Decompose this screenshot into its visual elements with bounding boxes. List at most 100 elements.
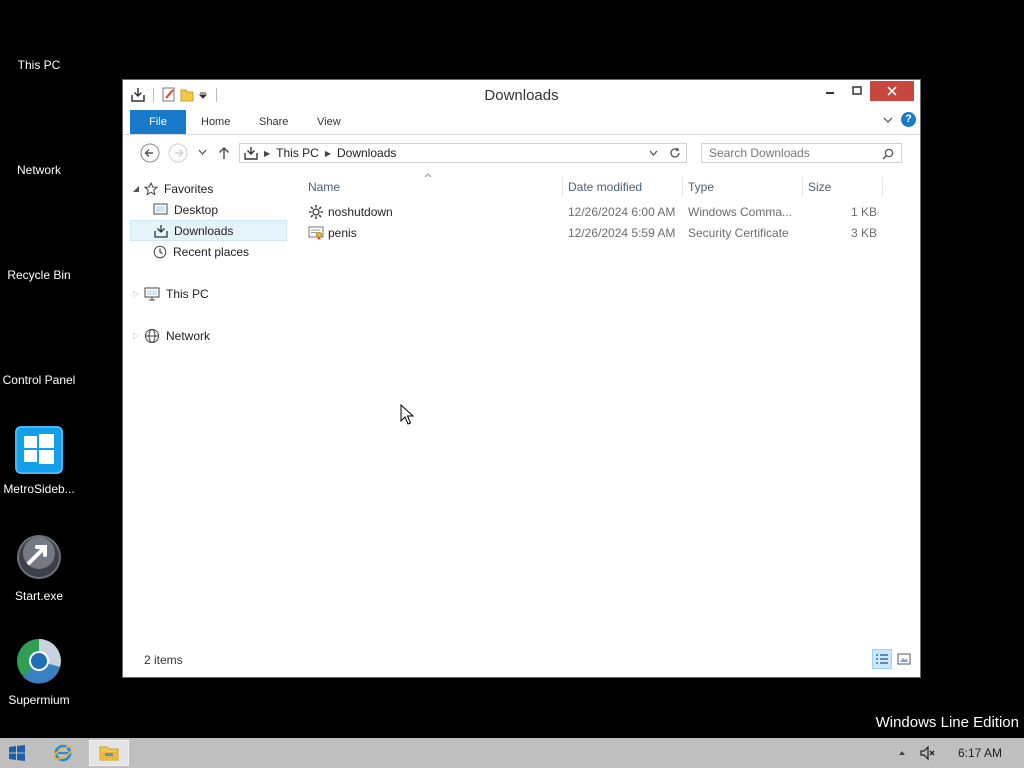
large-icons-view-button[interactable]: [894, 649, 914, 669]
taskbar-internet-explorer[interactable]: [43, 740, 83, 766]
window-title: Downloads: [484, 87, 559, 104]
up-arrow-icon[interactable]: [218, 146, 230, 160]
address-dropdown-chevron-icon[interactable]: [649, 150, 658, 156]
show-hidden-icons-chevron-icon[interactable]: [898, 750, 906, 756]
nav-item-label: Downloads: [174, 223, 234, 238]
file-type: Windows Comma...: [688, 205, 793, 219]
nav-item-downloads[interactable]: Downloads: [130, 220, 287, 241]
explorer-window: Downloads File Home Share View ? ▶ This …: [122, 79, 921, 678]
status-item-count: 2 items: [144, 653, 183, 667]
search-input[interactable]: Search Downloads: [701, 143, 902, 163]
windows-start-icon[interactable]: [9, 745, 25, 761]
desktop-icon-label: Recycle Bin: [7, 268, 71, 282]
forward-arrow-icon[interactable]: [168, 143, 188, 163]
nav-item-recent-places[interactable]: Recent places: [130, 241, 287, 262]
tab-share[interactable]: Share: [259, 110, 288, 134]
address-bar[interactable]: ▶ This PC ▶ Downloads: [239, 143, 687, 163]
system-tray: 6:17 AM: [898, 738, 1024, 768]
refresh-icon[interactable]: [669, 147, 681, 159]
taskbar-file-explorer[interactable]: [89, 740, 129, 766]
file-size: 1 KB: [851, 205, 878, 219]
details-view-icon: [876, 654, 888, 664]
ribbon-right-controls: ?: [883, 112, 916, 127]
nav-favorites[interactable]: ◢ Favorites: [130, 178, 287, 199]
title-bar[interactable]: Downloads: [123, 80, 920, 110]
taskbar-clock[interactable]: 6:17 AM: [958, 746, 1002, 760]
sort-ascending-icon: [424, 173, 432, 178]
desktop-icon-start-exe[interactable]: Start.exe: [0, 533, 78, 603]
internet-explorer-icon: [53, 744, 73, 762]
column-header-date-modified[interactable]: Date modified: [568, 180, 642, 194]
desktop-icon-control-panel[interactable]: Control Panel: [0, 373, 78, 387]
table-row[interactable]: noshutdown 12/26/2024 6:00 AM Windows Co…: [300, 202, 914, 223]
table-row[interactable]: penis 12/26/2024 5:59 AM Security Certif…: [300, 223, 914, 244]
desktop-icon-network[interactable]: Network: [0, 163, 78, 177]
file-size: 3 KB: [851, 226, 878, 240]
gear-icon: [309, 205, 323, 219]
navigation-pane: ◢ Favorites Desktop Downloads Recent pla…: [130, 178, 287, 346]
column-header-size[interactable]: Size: [808, 180, 831, 194]
star-icon: [144, 181, 158, 196]
file-type: Security Certificate: [688, 226, 789, 240]
recent-places-clock-icon: [153, 245, 167, 258]
file-name: penis: [328, 226, 357, 240]
close-icon: [887, 86, 897, 96]
column-divider[interactable]: [562, 178, 563, 196]
ribbon-tabs: File Home Share View ?: [123, 110, 920, 135]
desktop-icon-label: Supermium: [8, 693, 70, 707]
close-button[interactable]: [870, 81, 914, 101]
file-name: noshutdown: [328, 205, 393, 219]
column-divider[interactable]: [682, 178, 683, 196]
nav-this-pc-label: This PC: [166, 286, 209, 301]
edition-watermark: Windows Line Edition: [875, 714, 1019, 731]
large-icons-view-icon: [897, 653, 911, 665]
view-switcher: [872, 649, 914, 669]
nav-item-desktop[interactable]: Desktop: [130, 199, 287, 220]
search-icon[interactable]: [882, 148, 894, 160]
volume-muted-icon[interactable]: [920, 745, 936, 761]
supermium-browser-icon: [17, 639, 61, 684]
column-headers: Name Date modified Type Size: [300, 173, 914, 198]
network-globe-icon: [145, 328, 159, 343]
maximize-button[interactable]: [843, 81, 870, 101]
breadcrumb-downloads[interactable]: Downloads: [337, 146, 396, 160]
desktop-icon-label: This PC: [17, 58, 61, 72]
address-bar-row: ▶ This PC ▶ Downloads Search Downloads: [123, 135, 920, 169]
metro-tiles-icon: [15, 426, 63, 474]
expand-ribbon-chevron-icon[interactable]: [883, 116, 893, 124]
minimize-icon: [825, 92, 834, 94]
column-divider[interactable]: [882, 178, 883, 196]
desktop-icon-metrosidebar[interactable]: MetroSideb...: [0, 426, 78, 496]
nav-this-pc[interactable]: ▷ This PC: [130, 283, 287, 304]
column-header-type[interactable]: Type: [688, 180, 714, 194]
breadcrumb-this-pc[interactable]: This PC: [276, 146, 319, 160]
help-icon[interactable]: ?: [901, 112, 916, 127]
mouse-pointer-icon: [400, 404, 414, 425]
tab-home[interactable]: Home: [201, 110, 230, 134]
desktop-icon-this-pc[interactable]: This PC: [0, 58, 78, 72]
collapse-arrow-icon[interactable]: ◢: [130, 184, 142, 193]
expand-arrow-icon[interactable]: ▷: [130, 331, 142, 340]
details-view-button[interactable]: [872, 649, 892, 669]
tab-view[interactable]: View: [317, 110, 341, 134]
nav-item-label: Recent places: [173, 244, 250, 259]
nav-item-label: Desktop: [174, 202, 219, 217]
desktop-icon-supermium[interactable]: Supermium: [0, 637, 78, 707]
column-divider[interactable]: [802, 178, 803, 196]
expand-arrow-icon[interactable]: ▷: [130, 289, 142, 298]
nav-network[interactable]: ▷ Network: [130, 325, 287, 346]
desktop-icon-recycle-bin[interactable]: Recycle Bin: [0, 268, 78, 282]
search-placeholder: Search Downloads: [709, 146, 810, 160]
downloads-icon: [154, 224, 168, 238]
breadcrumb-separator-icon[interactable]: ▶: [264, 149, 270, 158]
tab-file[interactable]: File: [130, 110, 186, 134]
file-explorer-folder-icon: [99, 746, 119, 761]
certificate-icon: [308, 226, 324, 240]
column-header-name[interactable]: Name: [308, 180, 340, 194]
back-arrow-icon[interactable]: [140, 143, 160, 163]
desktop-icon: [153, 203, 168, 215]
nav-network-label: Network: [166, 328, 211, 343]
recent-locations-chevron-icon[interactable]: [198, 149, 207, 155]
minimize-button[interactable]: [816, 81, 843, 101]
breadcrumb-separator-icon[interactable]: ▶: [325, 149, 331, 158]
